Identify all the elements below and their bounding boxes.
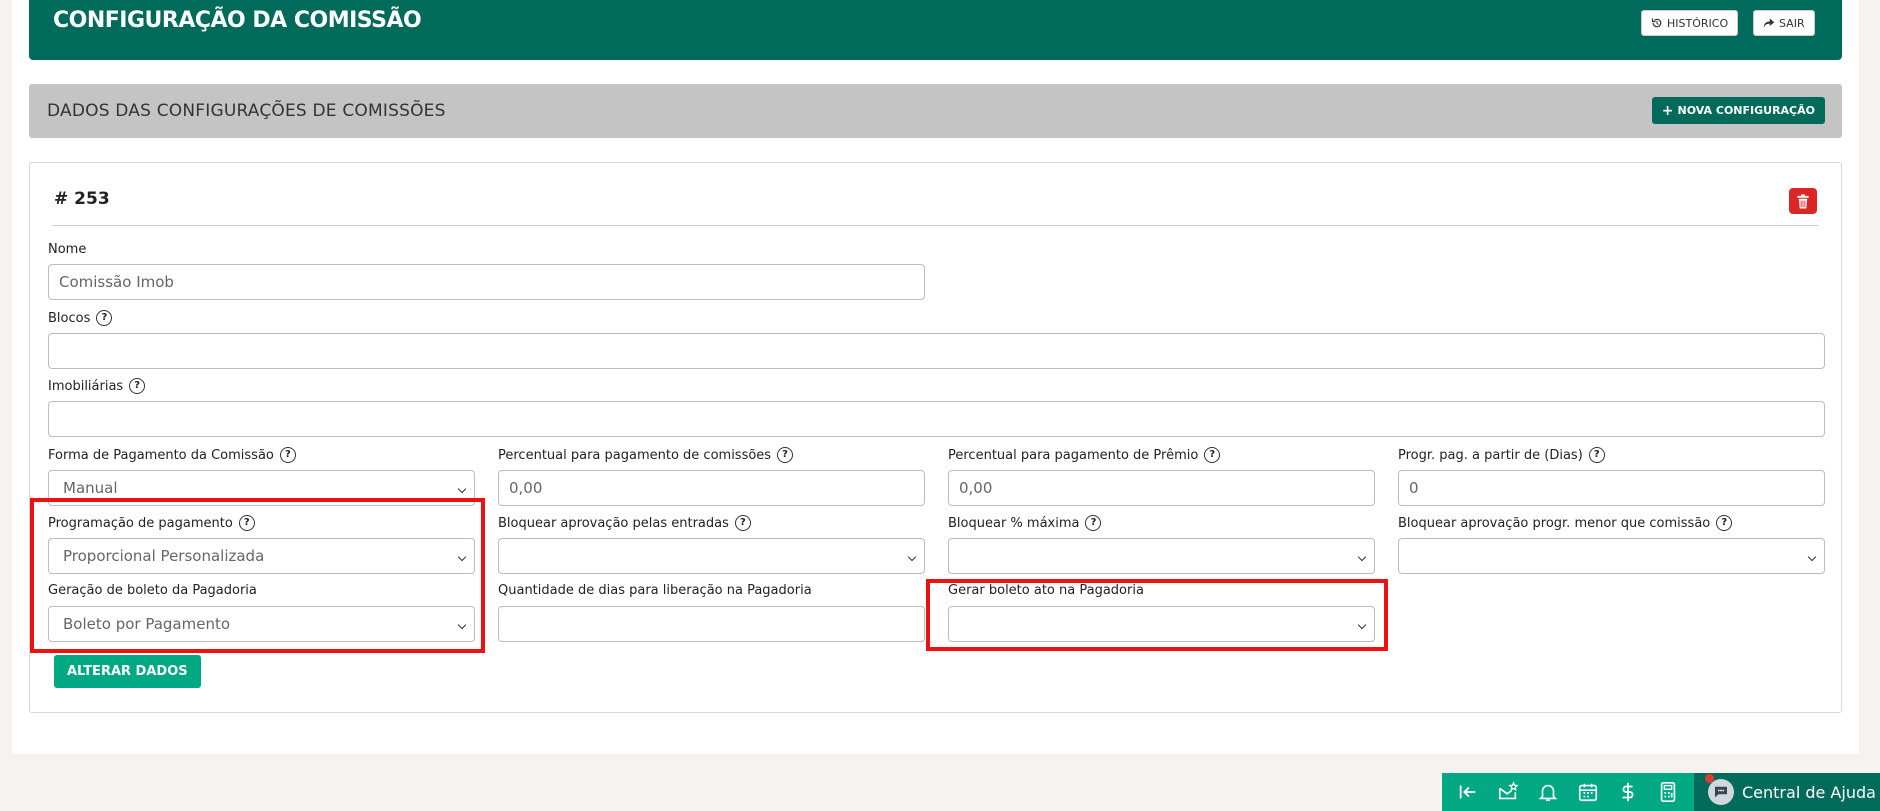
bloquear-max-label: Bloquear % máxima?	[948, 515, 1102, 531]
central-ajuda-label: Central de Ajuda	[1742, 782, 1876, 802]
help-icon[interactable]: ?	[279, 447, 296, 463]
percentual-premio-value: 0,00	[959, 479, 993, 497]
calculator-icon[interactable]	[1656, 780, 1680, 804]
bloquear-entradas-select[interactable]	[498, 538, 925, 574]
forma-pagamento-label: Forma de Pagamento da Comissão?	[48, 447, 296, 463]
bell-icon[interactable]	[1536, 780, 1560, 804]
bloquear-max-select[interactable]	[948, 538, 1375, 574]
nome-value: Comissão Imob	[59, 273, 174, 291]
percentual-premio-label: Percentual para pagamento de Prêmio?	[948, 447, 1221, 463]
section-title: DADOS DAS CONFIGURAÇÕES DE COMISSÕES	[47, 101, 446, 121]
historico-label: HISTÓRICO	[1667, 16, 1729, 30]
progr-dias-value: 0	[1409, 479, 1419, 497]
highlight-box	[926, 579, 1388, 651]
nova-configuracao-label: NOVA CONFIGURAÇÃO	[1677, 104, 1816, 117]
section-header: DADOS DAS CONFIGURAÇÕES DE COMISSÕES + N…	[29, 84, 1842, 138]
percentual-premio-label-text: Percentual para pagamento de Prêmio	[948, 447, 1199, 463]
nome-label: Nome	[48, 242, 86, 257]
calendar-icon[interactable]	[1576, 780, 1600, 804]
page-title: CONFIGURAÇÃO DA COMISSÃO	[53, 8, 422, 33]
percentual-comissoes-value: 0,00	[509, 479, 543, 497]
nome-label-text: Nome	[48, 242, 87, 257]
qtd-dias-label: Quantidade de dias para liberação na Pag…	[498, 583, 812, 598]
central-ajuda-button[interactable]: Central de Ajuda	[1694, 773, 1880, 811]
forma-pagamento-value: Manual	[63, 479, 118, 497]
percentual-comissoes-label-text: Percentual para pagamento de comissões	[498, 447, 772, 463]
notification-dot	[1705, 774, 1714, 783]
imobiliarias-multiselect[interactable]	[48, 401, 1825, 437]
qtd-dias-input[interactable]	[498, 606, 925, 642]
progr-dias-label-text: Progr. pag. a partir de (Dias)	[1398, 447, 1583, 463]
alterar-dados-button[interactable]: ALTERAR DADOS	[54, 655, 201, 688]
card-divider	[52, 225, 1819, 226]
highlight-box	[30, 498, 485, 653]
percentual-comissoes-label: Percentual para pagamento de comissões?	[498, 447, 794, 463]
plus-icon: +	[1661, 102, 1674, 119]
blocos-label-text: Blocos	[48, 310, 91, 326]
blocos-label: Blocos?	[48, 310, 113, 326]
progr-dias-input[interactable]: 0	[1398, 470, 1825, 506]
help-icon[interactable]: ?	[96, 310, 113, 326]
imobiliarias-label: Imobiliárias?	[48, 378, 146, 394]
sair-button[interactable]: SAIR	[1753, 10, 1815, 36]
trash-icon	[1797, 193, 1809, 209]
blocos-multiselect[interactable]	[48, 333, 1825, 369]
percentual-comissoes-input[interactable]: 0,00	[498, 470, 925, 506]
share-arrow-icon	[1763, 18, 1775, 28]
collapse-left-icon[interactable]	[1456, 780, 1480, 804]
configuration-id: # 253	[54, 189, 110, 209]
forma-pagamento-label-text: Forma de Pagamento da Comissão	[48, 447, 274, 463]
help-icon[interactable]: ?	[734, 515, 751, 531]
history-icon	[1651, 18, 1662, 28]
bloquear-entradas-label-text: Bloquear aprovação pelas entradas	[498, 515, 729, 531]
page-header: CONFIGURAÇÃO DA COMISSÃO HISTÓRICO SAIR	[29, 0, 1842, 60]
imobiliarias-label-text: Imobiliárias	[48, 378, 124, 394]
mail-star-icon[interactable]	[1496, 780, 1520, 804]
percentual-premio-input[interactable]: 0,00	[948, 470, 1375, 506]
historico-button[interactable]: HISTÓRICO	[1641, 10, 1739, 36]
help-icon[interactable]: ?	[1588, 447, 1605, 463]
help-icon[interactable]: ?	[777, 447, 794, 463]
help-icon[interactable]: ?	[129, 378, 146, 394]
bloquear-progr-select[interactable]	[1398, 538, 1825, 574]
delete-button[interactable]	[1789, 188, 1817, 214]
nome-input[interactable]: Comissão Imob	[48, 264, 925, 300]
bloquear-max-label-text: Bloquear % máxima	[948, 515, 1080, 531]
qtd-dias-label-text: Quantidade de dias para liberação na Pag…	[498, 583, 812, 598]
bottom-toolbar	[1442, 773, 1694, 811]
bloquear-progr-label-text: Bloquear aprovação progr. menor que comi…	[1398, 515, 1711, 531]
chat-support-icon	[1705, 774, 1734, 805]
progr-dias-label: Progr. pag. a partir de (Dias)?	[1398, 447, 1605, 463]
bloquear-progr-label: Bloquear aprovação progr. menor que comi…	[1398, 515, 1733, 531]
sair-label: SAIR	[1779, 16, 1805, 30]
help-icon[interactable]: ?	[1204, 447, 1221, 463]
bloquear-entradas-label: Bloquear aprovação pelas entradas?	[498, 515, 751, 531]
dollar-icon[interactable]	[1616, 780, 1640, 804]
nova-configuracao-button[interactable]: + NOVA CONFIGURAÇÃO	[1651, 97, 1825, 124]
help-icon[interactable]: ?	[1716, 515, 1733, 531]
help-icon[interactable]: ?	[1085, 515, 1102, 531]
